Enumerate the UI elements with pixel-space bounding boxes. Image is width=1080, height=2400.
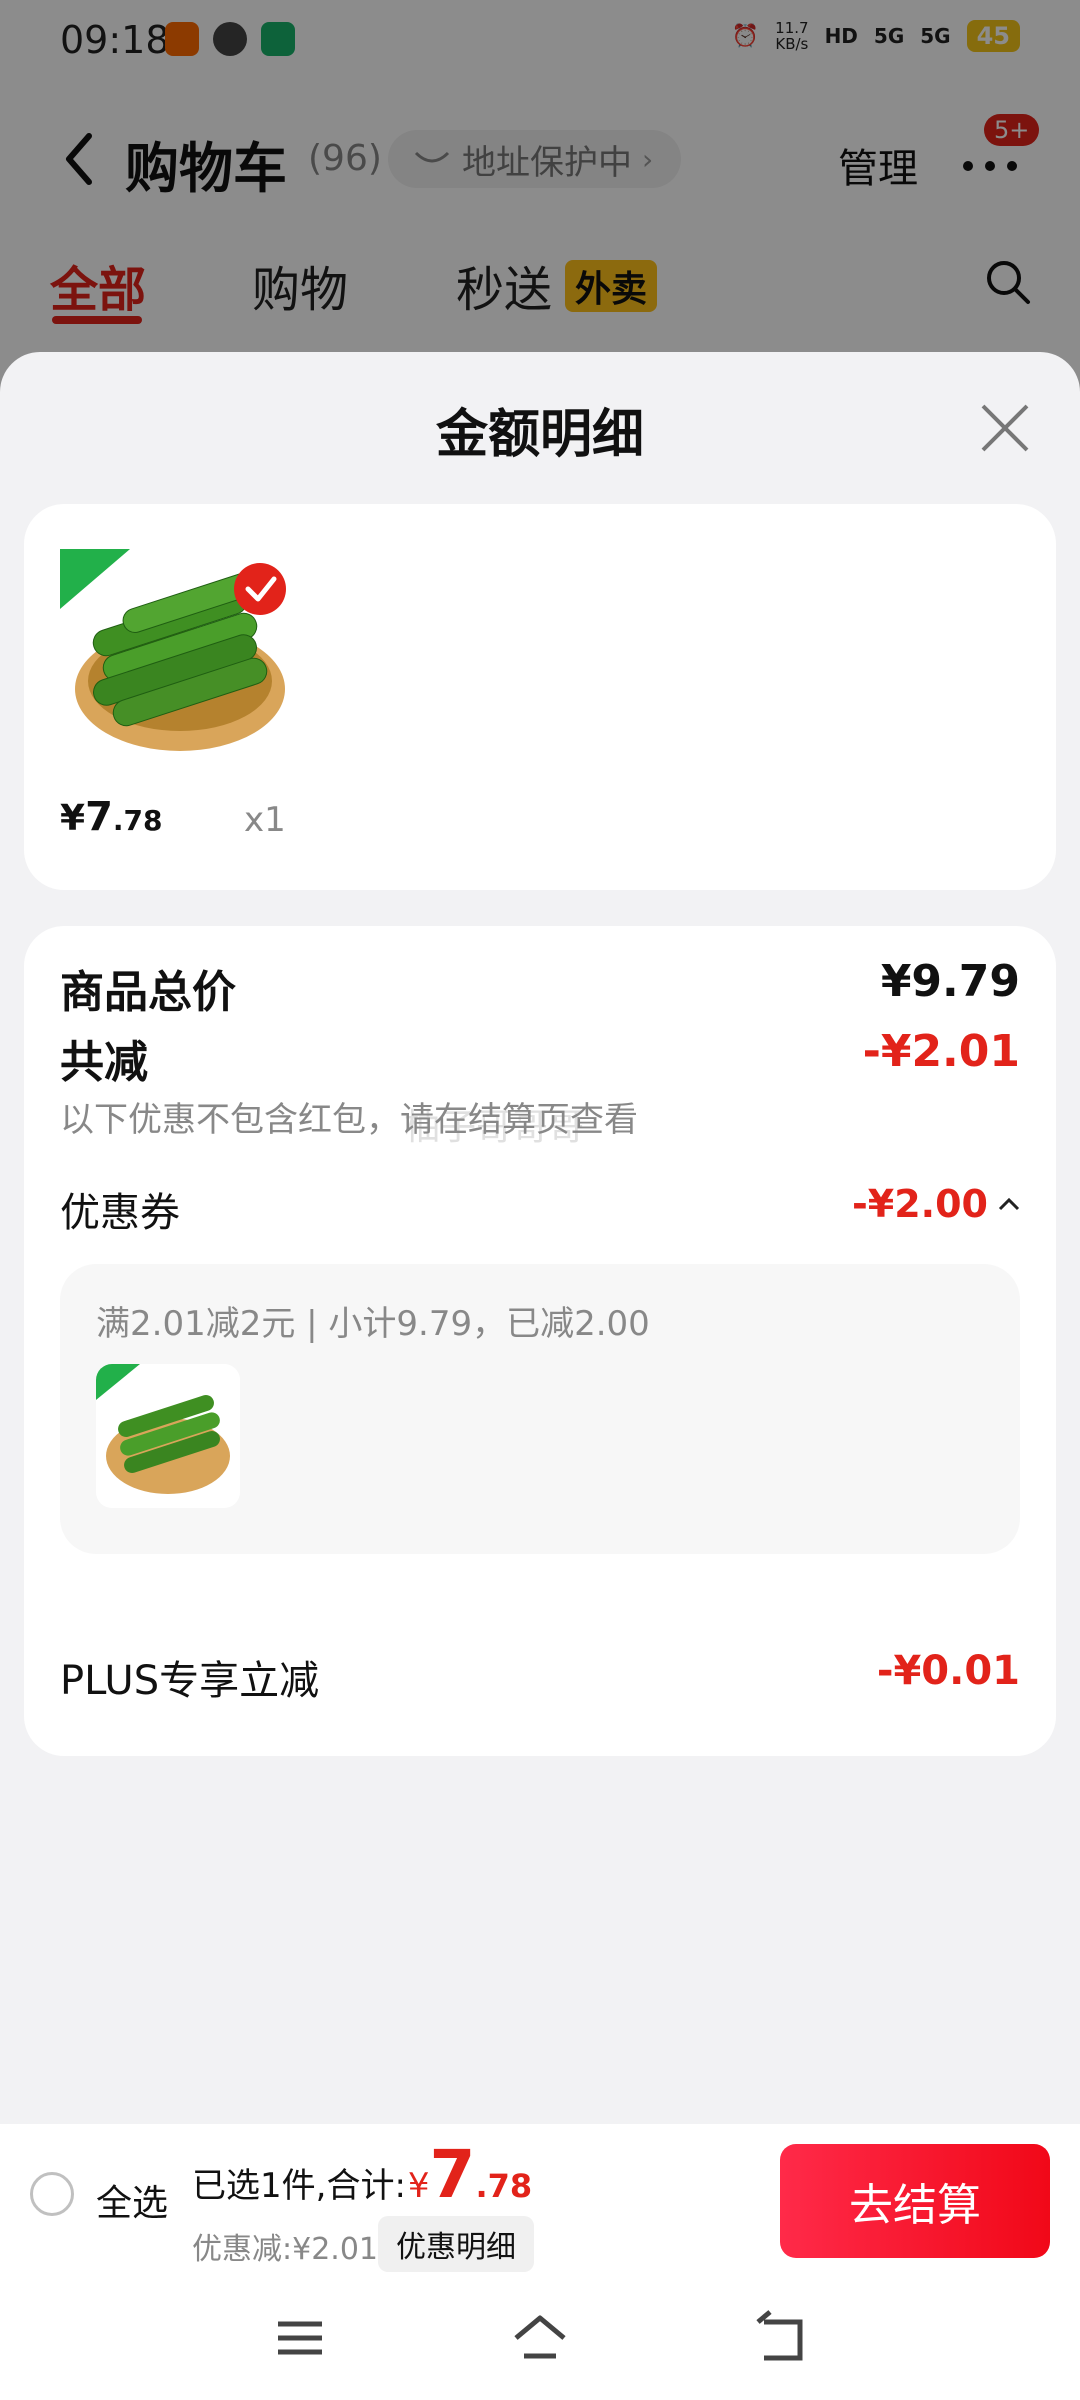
total-reduction-label: 共减 [60,1037,148,1088]
menu-icon[interactable] [270,2308,330,2368]
checkout-bar: 全选 已选1件,合计: ¥ 7 .78 优惠减:¥2.01 优惠明细 去结算 [0,2124,1080,2272]
summary-prefix: 已选1件,合计: [192,2166,406,2206]
product-image[interactable] [60,549,300,769]
coupon-value: -¥2.00 [852,1182,988,1226]
price-breakdown-card: 商品总价 ¥9.79 共减 -¥2.01 柚子哥哥哥 以下优惠不包含红包，请在结… [24,926,1056,1756]
select-all-checkbox[interactable] [30,2172,74,2216]
checkout-button[interactable]: 去结算 [780,2144,1050,2258]
discount-summary: 优惠减:¥2.01 [192,2232,378,2267]
total-price-value: ¥9.79 [880,956,1020,1007]
close-icon[interactable] [975,398,1035,458]
discount-note: 以下优惠不包含红包，请在结算页查看 [60,1100,638,1140]
home-icon[interactable] [510,2308,570,2368]
system-nav-bar [0,2272,1080,2400]
dim-overlay[interactable] [0,0,1080,400]
summary-amount-int: 7 [429,2136,476,2213]
coupon-detail-box: 满2.01减2元 | 小计9.79，已减2.00 [60,1264,1020,1554]
coupon-product-image [96,1364,240,1508]
product-quantity: x1 [244,800,286,840]
product-price: ¥7.78 [60,794,163,840]
discount-detail-button[interactable]: 优惠明细 [378,2216,534,2272]
back-nav-icon[interactable] [750,2308,810,2368]
plus-discount-value: -¥0.01 [876,1648,1020,1694]
plus-discount-label: PLUS专享立减 [60,1658,320,1704]
selected-product-card: ¥7.78 x1 [24,504,1056,890]
chevron-up-icon [998,1197,1020,1211]
summary-amount-dec: .78 [475,2167,533,2205]
amount-detail-sheet: 金额明细 ¥7.78 x1 商品总价 ¥9.79 共减 -¥2.01 柚子哥哥哥 [0,352,1080,2272]
coupon-label: 优惠券 [60,1190,180,1236]
sheet-title: 金额明细 [435,405,644,465]
coupon-description: 满2.01减2元 | 小计9.79，已减2.00 [96,1304,650,1344]
select-all-label[interactable]: 全选 [96,2174,168,2226]
total-reduction-value: -¥2.01 [862,1026,1020,1077]
total-price-label: 商品总价 [60,967,236,1018]
summary-currency: ¥ [407,2166,430,2206]
coupon-toggle[interactable]: -¥2.00 [852,1182,1020,1226]
order-summary: 已选1件,合计: ¥ 7 .78 [192,2142,532,2208]
